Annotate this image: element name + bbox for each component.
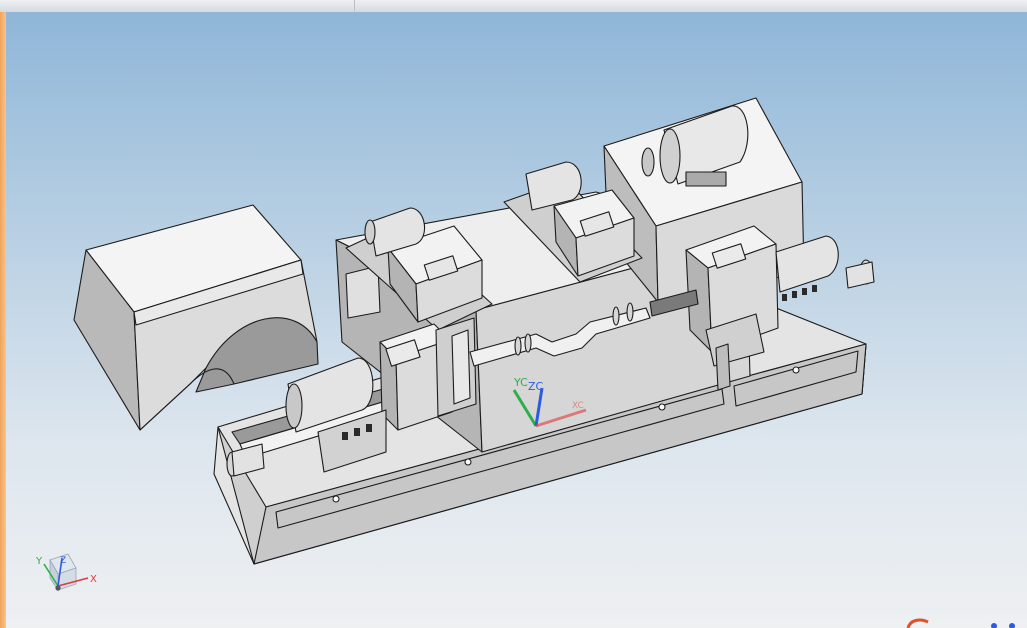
wcs-x-label: XC: [572, 401, 584, 411]
wcs-y-label: YC: [513, 376, 528, 389]
graphics-viewport[interactable]: YC ZC XC Y Z X: [6, 12, 1027, 628]
left-cover-block: [73, 204, 319, 431]
triad-y-label: Y: [35, 556, 43, 567]
view-orientation-triad-icon[interactable]: Y Z X: [35, 553, 97, 592]
window-tab[interactable]: [0, 0, 355, 11]
tool-post-front: [435, 317, 477, 417]
cad-model-lathe: YC ZC XC Y Z X: [35, 97, 1015, 628]
wcs-z-label: ZC: [528, 380, 544, 393]
status-indicator-icon: [906, 618, 1015, 628]
triad-z-label: Z: [60, 556, 66, 566]
triad-x-label: X: [90, 574, 97, 585]
